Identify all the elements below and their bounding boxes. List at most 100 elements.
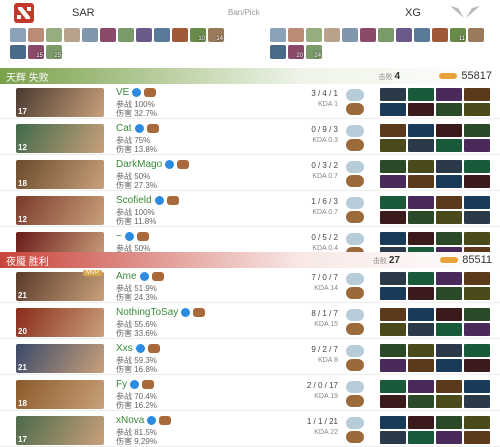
item-slot-icon[interactable] bbox=[380, 196, 406, 209]
item-slot-icon[interactable] bbox=[408, 359, 434, 372]
item-slot-icon[interactable] bbox=[408, 124, 434, 137]
item-slot-icon[interactable] bbox=[464, 88, 490, 101]
hero-pick-icon[interactable] bbox=[270, 28, 286, 42]
player-name[interactable]: Fy bbox=[116, 379, 127, 390]
player-row[interactable]: 21 MVP Ame 参战 51.9% 伤害 24.3% 7 / 0 / 7 KDA 14 bbox=[0, 270, 500, 303]
item-slot-icon[interactable] bbox=[380, 160, 406, 173]
ban-pick-label[interactable]: Ban/Pick bbox=[228, 8, 260, 17]
item-slot-icon[interactable] bbox=[436, 88, 462, 101]
item-slot-icon[interactable] bbox=[380, 287, 406, 300]
item-slot-icon[interactable] bbox=[380, 431, 406, 444]
item-slot-icon[interactable] bbox=[436, 139, 462, 152]
item-slot-icon[interactable] bbox=[380, 323, 406, 336]
item-slot-icon[interactable] bbox=[464, 232, 490, 245]
item-slot-icon[interactable] bbox=[380, 103, 406, 116]
hero-portrait[interactable]: 12 bbox=[16, 124, 104, 153]
item-slot-icon[interactable] bbox=[436, 308, 462, 321]
player-row[interactable]: 12 Scofield 参战 100% 伤害 11.8% 1 / 6 / 3 KDA 0.… bbox=[0, 194, 500, 227]
item-slot-icon[interactable] bbox=[380, 380, 406, 393]
hero-pick-icon[interactable] bbox=[360, 28, 376, 42]
item-slot-icon[interactable] bbox=[436, 395, 462, 408]
hero-pick-icon[interactable] bbox=[270, 45, 286, 59]
player-name-line[interactable]: DarkMago bbox=[116, 159, 190, 170]
hero-portrait[interactable]: 18 bbox=[16, 160, 104, 189]
item-slot-icon[interactable] bbox=[464, 380, 490, 393]
item-slot-icon[interactable] bbox=[380, 232, 406, 245]
hero-pick-icon[interactable] bbox=[46, 28, 62, 42]
item-slot-icon[interactable] bbox=[380, 175, 406, 188]
item-slot-icon[interactable] bbox=[464, 211, 490, 224]
item-slot-icon[interactable] bbox=[408, 395, 434, 408]
item-slot-icon[interactable] bbox=[436, 211, 462, 224]
neutral-item-icon[interactable] bbox=[346, 345, 364, 357]
item-slot-icon[interactable] bbox=[436, 359, 462, 372]
player-name[interactable]: Ame bbox=[116, 271, 137, 282]
hero-portrait[interactable]: 12 bbox=[16, 196, 104, 225]
item-slot-icon[interactable] bbox=[408, 232, 434, 245]
item-slot-icon[interactable] bbox=[436, 323, 462, 336]
player-name[interactable]: Cat bbox=[116, 123, 132, 134]
hero-pick-icon[interactable] bbox=[136, 28, 152, 42]
item-slot-icon[interactable] bbox=[464, 359, 490, 372]
item-slot-icon[interactable] bbox=[408, 416, 434, 429]
item-slot-icon[interactable] bbox=[408, 431, 434, 444]
hero-pick-icon[interactable]: 10 bbox=[190, 28, 206, 42]
neutral-item-icon[interactable] bbox=[346, 161, 364, 173]
item-slot-icon[interactable] bbox=[436, 287, 462, 300]
item-slot-icon[interactable] bbox=[408, 160, 434, 173]
backpack-item-icon[interactable] bbox=[346, 359, 364, 371]
backpack-item-icon[interactable] bbox=[346, 395, 364, 407]
hero-portrait[interactable]: 20 bbox=[16, 308, 104, 337]
hero-pick-icon[interactable] bbox=[82, 28, 98, 42]
item-slot-icon[interactable] bbox=[464, 139, 490, 152]
item-slot-icon[interactable] bbox=[408, 308, 434, 321]
item-slot-icon[interactable] bbox=[464, 103, 490, 116]
backpack-item-icon[interactable] bbox=[346, 139, 364, 151]
hero-pick-icon[interactable] bbox=[100, 28, 116, 42]
hero-pick-icon[interactable] bbox=[172, 28, 188, 42]
hero-pick-icon[interactable] bbox=[154, 28, 170, 42]
item-slot-icon[interactable] bbox=[408, 287, 434, 300]
item-slot-icon[interactable] bbox=[380, 88, 406, 101]
player-row[interactable]: 18 DarkMago 参战 50% 伤害 27.3% 0 / 3 / 2 KDA 0.7 bbox=[0, 158, 500, 191]
player-row[interactable]: 17 VE 参战 100% 伤害 32.7% 3 / 4 / 1 KDA 1 bbox=[0, 86, 500, 119]
player-name[interactable]: Xxs bbox=[116, 343, 133, 354]
player-name[interactable]: Scofield bbox=[116, 195, 152, 206]
neutral-item-icon[interactable] bbox=[346, 89, 364, 101]
item-slot-icon[interactable] bbox=[464, 287, 490, 300]
item-slot-icon[interactable] bbox=[380, 308, 406, 321]
hero-pick-icon[interactable]: 24 bbox=[306, 45, 322, 59]
item-slot-icon[interactable] bbox=[436, 175, 462, 188]
player-name-line[interactable]: Scofield bbox=[116, 195, 179, 206]
hero-pick-icon[interactable] bbox=[414, 28, 430, 42]
item-slot-icon[interactable] bbox=[380, 395, 406, 408]
hero-pick-icon[interactable] bbox=[432, 28, 448, 42]
player-row[interactable]: 12 Cat 参战 75% 伤害 13.8% 0 / 9 / 3 KDA 0.3 bbox=[0, 122, 500, 155]
item-slot-icon[interactable] bbox=[408, 88, 434, 101]
hero-pick-icon[interactable] bbox=[10, 28, 26, 42]
item-slot-icon[interactable] bbox=[436, 380, 462, 393]
neutral-item-icon[interactable] bbox=[346, 197, 364, 209]
hero-pick-icon[interactable]: 20 bbox=[288, 45, 304, 59]
hero-pick-icon[interactable] bbox=[118, 28, 134, 42]
backpack-item-icon[interactable] bbox=[346, 175, 364, 187]
item-slot-icon[interactable] bbox=[464, 160, 490, 173]
item-slot-icon[interactable] bbox=[380, 211, 406, 224]
player-name-line[interactable]: Ame bbox=[116, 271, 164, 282]
backpack-item-icon[interactable] bbox=[346, 431, 364, 443]
hero-portrait[interactable]: 17 bbox=[16, 416, 104, 445]
item-slot-icon[interactable] bbox=[408, 380, 434, 393]
hero-pick-icon[interactable] bbox=[342, 28, 358, 42]
backpack-item-icon[interactable] bbox=[346, 103, 364, 115]
item-slot-icon[interactable] bbox=[464, 124, 490, 137]
item-slot-icon[interactable] bbox=[436, 416, 462, 429]
player-name-line[interactable]: xNova bbox=[116, 415, 172, 426]
item-slot-icon[interactable] bbox=[408, 211, 434, 224]
item-slot-icon[interactable] bbox=[408, 344, 434, 357]
item-slot-icon[interactable] bbox=[436, 272, 462, 285]
item-slot-icon[interactable] bbox=[408, 175, 434, 188]
item-slot-icon[interactable] bbox=[380, 344, 406, 357]
player-name[interactable]: xNova bbox=[116, 415, 144, 426]
item-slot-icon[interactable] bbox=[436, 160, 462, 173]
item-slot-icon[interactable] bbox=[380, 124, 406, 137]
